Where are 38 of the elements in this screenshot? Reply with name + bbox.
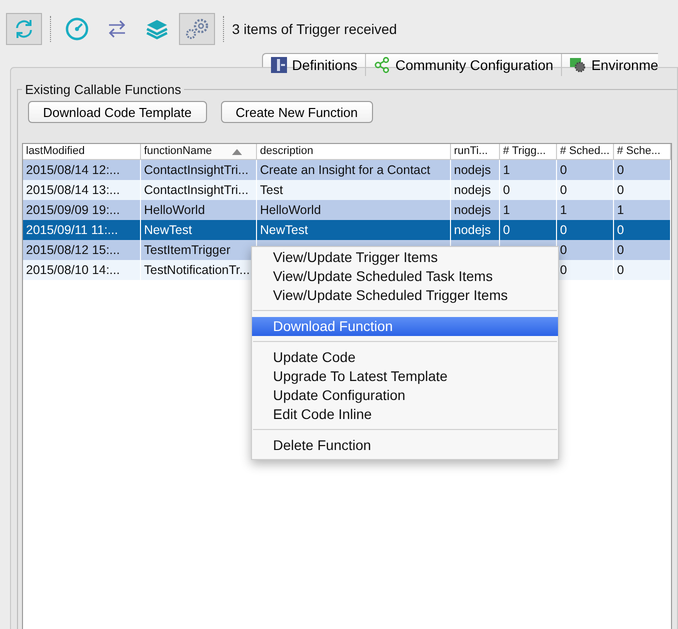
table-cell: 0 bbox=[560, 183, 567, 197]
table-cell: 2015/08/14 13:... bbox=[26, 183, 120, 197]
table-cell: NewTest bbox=[260, 223, 308, 237]
table-cell: 1 bbox=[503, 163, 510, 177]
table-cell: 2015/09/11 11:... bbox=[26, 223, 118, 237]
table-cell: nodejs bbox=[454, 183, 491, 197]
table-cell: 0 bbox=[617, 263, 624, 277]
table-cell: 0 bbox=[617, 163, 624, 177]
table-cell: 2015/09/09 19:... bbox=[26, 203, 120, 217]
table-cell: Test bbox=[260, 183, 283, 197]
table-cell: HelloWorld bbox=[144, 203, 205, 217]
table-cell: 0 bbox=[560, 263, 567, 277]
table-cell: HelloWorld bbox=[260, 203, 321, 217]
table-cell: nodejs bbox=[454, 163, 491, 177]
table-cell: 1 bbox=[617, 203, 624, 217]
table-cell: 2015/08/12 15:... bbox=[26, 243, 120, 257]
table-cell: nodejs bbox=[454, 223, 491, 237]
table-cell: 2015/08/14 12:... bbox=[26, 163, 120, 177]
table-cell: ContactInsightTri... bbox=[144, 163, 248, 177]
status-text: 3 items of Trigger received bbox=[232, 21, 397, 37]
table-cell: 0 bbox=[617, 243, 624, 257]
table-cell: 0 bbox=[560, 223, 567, 237]
table-cell: 2015/08/10 14:... bbox=[26, 263, 120, 277]
table-cell: NewTest bbox=[144, 223, 192, 237]
table-cell: TestNotificationTr... bbox=[144, 263, 250, 277]
table-cell: 1 bbox=[503, 203, 510, 217]
group-title: Existing Callable Functions bbox=[24, 82, 182, 97]
table-cell: 0 bbox=[617, 223, 624, 237]
table-cell: TestItemTrigger bbox=[144, 243, 230, 257]
table-cell: 0 bbox=[503, 183, 510, 197]
table-cell: ContactInsightTri... bbox=[144, 183, 248, 197]
table-cell: 0 bbox=[560, 243, 567, 257]
table-cell: Create an Insight for a Contact bbox=[260, 163, 430, 177]
table-cell: 1 bbox=[560, 203, 567, 217]
table-cell: 0 bbox=[503, 223, 510, 237]
table-cell: 0 bbox=[617, 183, 624, 197]
table-cell: nodejs bbox=[454, 203, 491, 217]
table-cell: 0 bbox=[560, 163, 567, 177]
